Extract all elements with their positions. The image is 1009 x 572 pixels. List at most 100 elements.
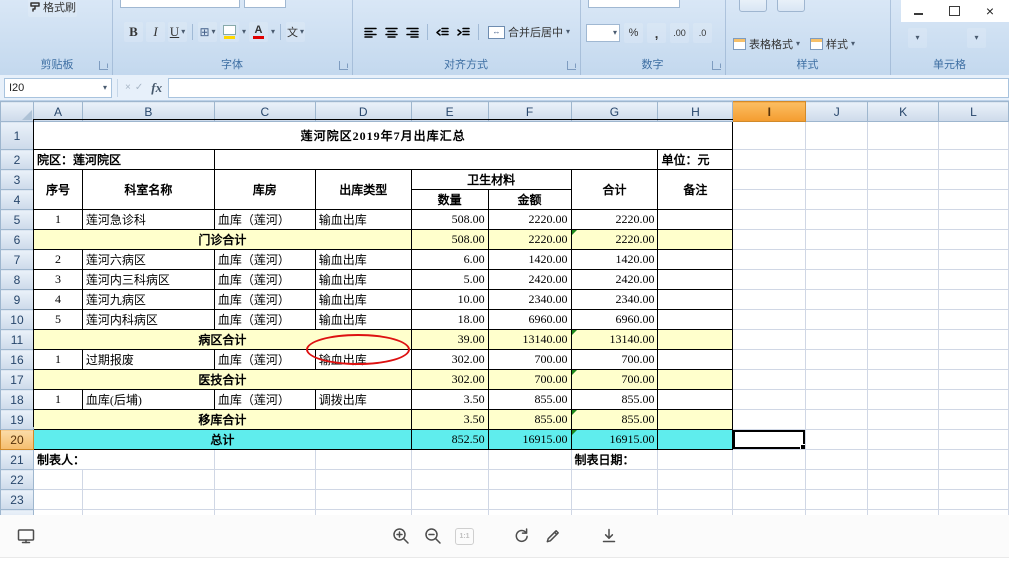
grand-total-label[interactable]: 总计 — [32, 429, 412, 450]
cell[interactable]: 输血出库 — [314, 249, 412, 270]
increase-indent-button[interactable] — [455, 24, 472, 41]
cell[interactable]: 2220.00 — [570, 229, 659, 250]
cell[interactable]: 855.00 — [570, 389, 659, 410]
cell[interactable]: 莲河九病区 — [81, 289, 215, 310]
cell[interactable]: 6960.00 — [570, 309, 659, 330]
cell[interactable]: 莲河六病区 — [81, 249, 215, 270]
grid-cell[interactable] — [410, 449, 489, 470]
grid-cell[interactable] — [805, 489, 869, 510]
grid-cell[interactable] — [732, 309, 807, 330]
grid-cell[interactable] — [867, 169, 940, 190]
number-format-box[interactable] — [588, 0, 680, 8]
grid-cell[interactable] — [805, 369, 869, 390]
cell[interactable]: 血库（莲河） — [213, 209, 316, 230]
cell-style-icon[interactable] — [777, 0, 805, 12]
grid-cell[interactable] — [732, 369, 807, 390]
column-header[interactable]: J — [805, 101, 869, 122]
decrease-decimal-button[interactable]: .0 — [693, 23, 712, 43]
grid-cell[interactable] — [805, 329, 869, 350]
cell[interactable] — [657, 329, 734, 350]
report-date-label[interactable]: 制表日期： — [570, 449, 659, 470]
grid-cell[interactable] — [867, 269, 940, 290]
grid-cell[interactable] — [487, 489, 572, 510]
grid-cell[interactable] — [867, 189, 940, 210]
dialog-launcher-icon[interactable] — [99, 61, 108, 70]
grid-cell[interactable] — [867, 489, 940, 510]
cell[interactable]: 血库（莲河） — [213, 289, 316, 310]
cell[interactable]: 700.00 — [570, 369, 659, 390]
cell[interactable]: 输血出库 — [314, 209, 412, 230]
cell[interactable]: 血库（莲河） — [213, 349, 316, 370]
align-left-button[interactable] — [362, 24, 379, 41]
cell[interactable]: 输血出库 — [314, 289, 412, 310]
row-header[interactable]: 22 — [0, 469, 34, 490]
cell[interactable]: 3.50 — [410, 389, 489, 410]
column-header-selected[interactable]: I — [732, 101, 807, 122]
row-header[interactable]: 21 — [0, 449, 34, 470]
cell[interactable]: 2340.00 — [570, 289, 659, 310]
row-header[interactable]: 9 — [0, 289, 34, 310]
zoom-reset-button[interactable]: 1:1 — [454, 525, 476, 547]
grid-cell[interactable] — [867, 469, 940, 490]
grid-cell[interactable] — [732, 409, 807, 430]
conditional-format-icon[interactable] — [739, 0, 767, 12]
cell[interactable]: 508.00 — [410, 229, 489, 250]
cell[interactable]: 2420.00 — [570, 269, 659, 290]
cell[interactable]: 莲河内三科病区 — [81, 269, 215, 290]
row-header[interactable]: 11 — [0, 329, 34, 350]
cell[interactable] — [657, 429, 734, 450]
cancel-icon[interactable]: × — [125, 82, 131, 93]
bold-button[interactable]: B — [124, 22, 143, 42]
chevron-down-icon[interactable]: ▾ — [103, 83, 107, 92]
header-warehouse[interactable]: 库房 — [213, 169, 316, 210]
column-header[interactable]: L — [938, 101, 1009, 122]
grid-cell[interactable] — [213, 449, 316, 470]
cell[interactable]: 2220.00 — [487, 229, 572, 250]
row-header[interactable]: 6 — [0, 229, 34, 250]
cell[interactable]: 2340.00 — [487, 289, 572, 310]
cell[interactable]: 1 — [32, 389, 83, 410]
cell[interactable]: 16915.00 — [570, 429, 659, 450]
cell[interactable] — [657, 289, 734, 310]
grid-cell[interactable] — [938, 329, 1009, 350]
cell[interactable]: 2 — [32, 249, 83, 270]
cell[interactable]: 1 — [32, 349, 83, 370]
cell[interactable]: 852.50 — [410, 429, 489, 450]
grid-cell[interactable] — [938, 409, 1009, 430]
grid-cell[interactable] — [805, 189, 869, 210]
grid-cell[interactable] — [657, 489, 734, 510]
header-seq[interactable]: 序号 — [32, 169, 83, 210]
grid-cell[interactable] — [805, 121, 869, 150]
number-format-dropdown[interactable]: ▾ — [586, 24, 620, 42]
percent-style-button[interactable]: % — [624, 23, 643, 43]
row-header[interactable]: 23 — [0, 489, 34, 510]
row-header[interactable]: 3 — [0, 169, 34, 190]
fill-handle[interactable] — [800, 444, 805, 449]
row-header[interactable]: 16 — [0, 349, 34, 370]
row-header[interactable]: 19 — [0, 409, 34, 430]
grid-cell[interactable] — [867, 249, 940, 270]
cell[interactable]: 莲河急诊科 — [81, 209, 215, 230]
rotate-button[interactable] — [510, 525, 532, 547]
grid-cell[interactable] — [570, 489, 659, 510]
cell[interactable]: 700.00 — [487, 349, 572, 370]
cell[interactable]: 2220.00 — [570, 209, 659, 230]
cell[interactable]: 18.00 — [410, 309, 489, 330]
grid-cell[interactable] — [81, 469, 215, 490]
grid-cell[interactable] — [314, 449, 412, 470]
cell[interactable]: 13140.00 — [487, 329, 572, 350]
format-as-table-button[interactable]: 表格格式 ▾ — [733, 36, 800, 52]
decrease-indent-button[interactable] — [434, 24, 451, 41]
cell[interactable]: 过期报废 — [81, 349, 215, 370]
grid-cell[interactable] — [657, 469, 734, 490]
font-color-button[interactable]: A — [249, 22, 269, 42]
unit-label[interactable]: 单位：元 — [657, 149, 734, 170]
selected-cell-I20[interactable] — [732, 429, 807, 450]
cell[interactable] — [657, 349, 734, 370]
cell[interactable] — [657, 309, 734, 330]
cell[interactable] — [657, 269, 734, 290]
campus-label[interactable]: 院区：莲河院区 — [32, 149, 215, 170]
grid-cell[interactable] — [732, 489, 807, 510]
grid-cell[interactable] — [938, 349, 1009, 370]
grid-cell[interactable] — [732, 209, 807, 230]
